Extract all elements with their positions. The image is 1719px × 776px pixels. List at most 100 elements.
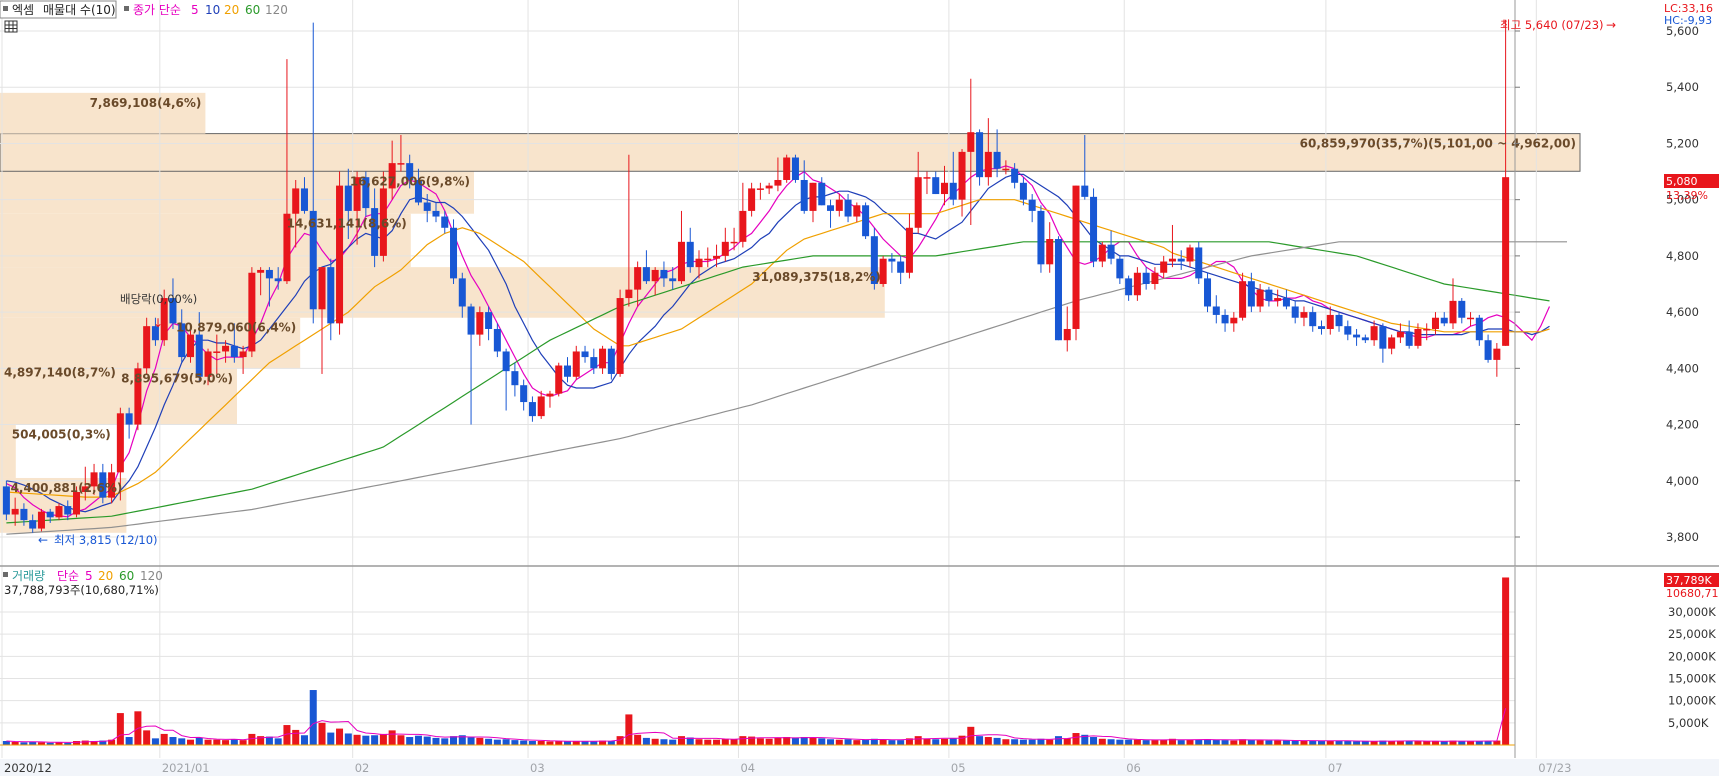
candle-body [1326,314,1334,329]
volume-tick-label: 30,000K [1668,605,1716,619]
candle-body [300,188,308,211]
candle-body [783,157,791,180]
candle-body [2,486,10,515]
grid-toggle-icon[interactable] [4,20,18,33]
x-axis-band [0,759,1719,776]
volume-bar [721,738,729,745]
volume-bar [1440,741,1448,745]
ma-period-60: 60 [245,3,260,17]
volume-bar [555,741,563,745]
candle-body [1344,326,1352,335]
volume-bar [642,737,650,745]
volume-bar [669,739,677,745]
volume-bar [940,738,949,745]
candle-body [476,312,484,335]
volume-ma-title: 단순 [57,569,79,583]
candle-body [1028,199,1036,211]
candle-body [327,267,335,324]
ma-legend-square [124,6,129,11]
volume-bar [1300,740,1308,745]
candle-body [1239,281,1247,318]
volume-bar [371,735,379,745]
candle-body [642,267,650,282]
volume-bar [476,737,484,745]
volume-bar [1344,741,1352,745]
volume-bar [651,738,659,745]
volume-bar [1335,741,1343,745]
volume-bar [239,740,247,745]
candle-body [967,132,975,152]
candle-body [371,208,379,256]
candle-body [976,132,984,178]
candle-body [730,241,738,244]
volume-title: 거래량 [12,569,45,583]
candle-body [669,278,677,282]
volume-bar [125,737,133,745]
candle-body [827,205,835,211]
dividend-marker: ↓ [153,316,163,330]
volume-bar [327,732,335,745]
candle-body [1125,278,1133,296]
candle-body [695,258,703,268]
candle-body [143,326,151,369]
volume-bar [1282,740,1290,745]
candle-body [116,413,124,473]
candle-body [64,506,72,515]
volume-bar [1405,741,1413,745]
volume-bar [844,739,852,745]
high-arrow: → [1606,18,1616,32]
candle-body [897,261,905,273]
candle-body [546,393,554,397]
volume-bar [862,739,870,745]
candle-body [1379,326,1387,349]
price-tick-label: 4,600 [1666,305,1699,319]
hc-value: HC:-9,93 [1664,14,1712,27]
volume-bar [827,739,835,745]
candle-body [485,312,493,329]
candle-body [1388,337,1396,349]
volume-bar [528,741,536,745]
candle-body [1107,244,1115,259]
volume-bar [143,730,151,745]
candle-body [739,210,747,242]
candle-body [1502,177,1510,346]
volume-bar [379,733,387,745]
volume-bar [1107,739,1115,745]
candle-body [1484,340,1492,360]
volume-bar [774,737,782,745]
volume-bar [607,741,615,745]
candle-body [37,511,45,529]
candle-body [230,345,238,358]
ma-period-5: 5 [191,3,199,17]
volume-bar [1002,739,1010,745]
volume-bar [1396,741,1404,745]
candle-body [905,227,913,273]
volume-bar [1090,737,1098,745]
volume-bar [1326,740,1334,745]
candle-body [257,269,265,273]
candle-body [1475,317,1483,341]
candle-body [432,210,440,217]
candle-body [186,334,195,358]
candle-body [634,267,642,290]
price-panel: 4,400,881(2,6%) 504,005(0,3%) 8,895,679(5,… [0,0,1699,758]
volume-bar [1142,740,1150,745]
volume-bar [1256,740,1264,745]
candle-body [467,306,475,335]
candle-body [520,385,528,403]
volume-bar [511,740,519,745]
candle-body [1335,314,1343,327]
volume-ma5-line [6,708,1507,743]
volume-bar [1019,739,1027,745]
candle-body [923,177,931,179]
candle-body [46,511,54,518]
candle-body [1309,312,1317,327]
volume-bar [879,739,887,745]
volume-bars [0,577,1515,746]
candle-body [502,351,510,372]
volume-bar [502,739,510,745]
volume-bar [888,740,896,745]
price-badge-pct: 13,39% [1666,189,1708,202]
candle-body [222,345,230,352]
candle-body [958,151,966,200]
